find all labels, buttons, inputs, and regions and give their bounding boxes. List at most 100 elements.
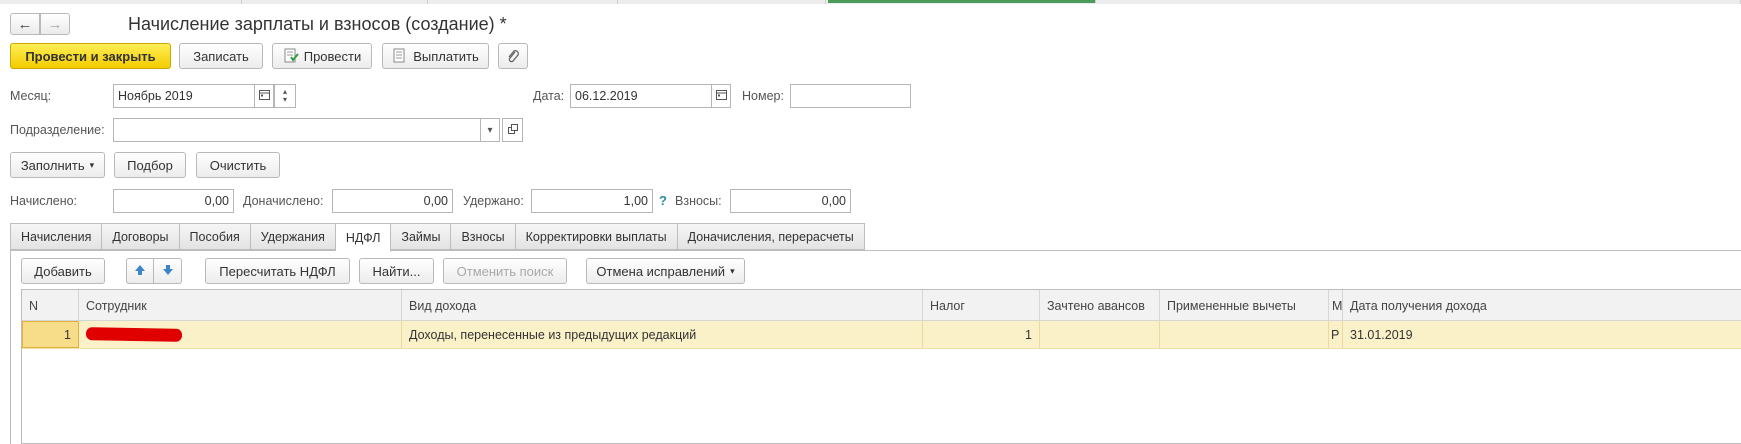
- cell-tax[interactable]: 1: [923, 321, 1040, 348]
- open-icon: [507, 123, 518, 137]
- arrow-down-icon: [162, 264, 174, 279]
- back-button[interactable]: ←: [10, 13, 40, 35]
- cell-employee[interactable]: [79, 321, 402, 348]
- page-title: Начисление зарплаты и взносов (создание)…: [128, 14, 507, 34]
- tab-payment-adjustments[interactable]: Корректировки выплаты: [515, 223, 678, 250]
- pick-button[interactable]: Подбор: [114, 152, 186, 178]
- arrow-right-icon: →: [47, 15, 63, 33]
- division-dropdown-button[interactable]: ▾: [480, 118, 500, 142]
- redaction-mark: [85, 327, 183, 342]
- cancel-fixes-label: Отмена исправлений: [596, 263, 726, 279]
- contributions-label: Взносы:: [675, 194, 722, 208]
- cancel-search-button[interactable]: Отменить поиск: [443, 258, 567, 284]
- cancel-search-label: Отменить поиск: [456, 263, 554, 279]
- window-tab[interactable]: [242, 0, 428, 4]
- window-tab[interactable]: [0, 0, 242, 4]
- column-header-deductions[interactable]: Примененные вычеты: [1160, 290, 1329, 321]
- pay-document-icon: [392, 48, 408, 64]
- help-icon[interactable]: ?: [659, 193, 667, 208]
- tab-contributions[interactable]: Взносы: [451, 223, 516, 250]
- post-button[interactable]: Провести: [272, 43, 372, 69]
- pay-button[interactable]: Выплатить: [382, 43, 489, 69]
- ndfl-table: N Сотрудник Вид дохода Налог Зачтено ава…: [21, 289, 1741, 444]
- arrow-left-icon: ←: [17, 15, 33, 33]
- post-document-icon: [283, 48, 299, 64]
- number-label: Номер:: [742, 89, 784, 103]
- calendar-icon: [258, 89, 270, 103]
- cell-advances[interactable]: [1040, 321, 1160, 348]
- chevron-down-icon[interactable]: ▾: [283, 96, 287, 104]
- tab-recalculations[interactable]: Доначисления, перерасчеты: [677, 223, 865, 250]
- forward-button[interactable]: →: [40, 13, 70, 35]
- move-up-button[interactable]: [126, 258, 154, 284]
- window-tabs-strip: [0, 0, 1741, 4]
- column-header-m[interactable]: М: [1329, 290, 1343, 321]
- tab-ndfl[interactable]: НДФЛ: [335, 223, 392, 252]
- month-field[interactable]: Ноябрь 2019: [113, 84, 255, 108]
- column-header-income-type[interactable]: Вид дохода: [402, 290, 923, 321]
- fill-button[interactable]: Заполнить ▾: [10, 152, 105, 178]
- withheld-label: Удержано:: [463, 194, 524, 208]
- extra-accrued-label: Доначислено:: [243, 194, 324, 208]
- cell-income-type[interactable]: Доходы, перенесенные из предыдущих редак…: [402, 321, 923, 348]
- cell-n[interactable]: 1: [22, 321, 79, 348]
- column-header-n[interactable]: N: [22, 290, 79, 321]
- window-tab-active[interactable]: [828, 0, 1096, 3]
- date-field[interactable]: 06.12.2019: [570, 84, 712, 108]
- clear-label: Очистить: [209, 157, 267, 173]
- calendar-button[interactable]: [254, 84, 274, 108]
- chevron-down-icon: ▾: [730, 265, 735, 276]
- arrow-up-icon: [134, 264, 146, 279]
- division-open-button[interactable]: [502, 118, 523, 142]
- pick-label: Подбор: [127, 157, 173, 173]
- clear-button[interactable]: Очистить: [196, 152, 280, 178]
- table-row[interactable]: 1 Доходы, перенесенные из предыдущих ред…: [22, 321, 1741, 349]
- tab-accruals[interactable]: Начисления: [10, 223, 103, 250]
- month-stepper[interactable]: ▴ ▾: [274, 84, 296, 108]
- cell-deductions[interactable]: [1160, 321, 1329, 348]
- post-and-close-button[interactable]: Провести и закрыть: [10, 43, 171, 69]
- window-tab[interactable]: [428, 0, 618, 4]
- division-label: Подразделение:: [10, 123, 105, 137]
- tab-bar: Начисления Договоры Пособия Удержания НД…: [10, 223, 865, 252]
- tab-loans[interactable]: Займы: [391, 223, 452, 250]
- column-header-income-date[interactable]: Дата получения дохода: [1343, 290, 1741, 321]
- tab-deductions[interactable]: Удержания: [250, 223, 336, 250]
- move-down-button[interactable]: [153, 258, 182, 284]
- contributions-field: 0,00: [730, 189, 851, 213]
- find-label: Найти...: [372, 263, 421, 279]
- column-header-employee[interactable]: Сотрудник: [79, 290, 402, 321]
- cancel-fixes-button[interactable]: Отмена исправлений ▾: [586, 258, 745, 284]
- cell-m[interactable]: Р: [1329, 321, 1343, 348]
- chevron-down-icon: ▾: [89, 159, 95, 170]
- table-header: N Сотрудник Вид дохода Налог Зачтено ава…: [22, 290, 1741, 321]
- post-and-close-label: Провести и закрыть: [25, 48, 156, 64]
- window-tab[interactable]: [1098, 0, 1741, 4]
- recalc-ndfl-button[interactable]: Пересчитать НДФЛ: [205, 258, 350, 284]
- tab-contracts[interactable]: Договоры: [102, 223, 180, 250]
- month-label: Месяц:: [10, 89, 52, 103]
- column-header-advances[interactable]: Зачтено авансов: [1040, 290, 1160, 321]
- paperclip-icon: [505, 48, 521, 64]
- tab-benefits[interactable]: Пособия: [179, 223, 251, 250]
- pay-label: Выплатить: [413, 48, 479, 64]
- find-button[interactable]: Найти...: [359, 258, 434, 284]
- number-field[interactable]: [790, 84, 911, 108]
- extra-accrued-field: 0,00: [332, 189, 453, 213]
- withheld-field: 1,00: [531, 189, 653, 213]
- add-row-button[interactable]: Добавить: [21, 258, 105, 284]
- date-label: Дата:: [533, 89, 565, 103]
- division-field[interactable]: [113, 118, 481, 142]
- calendar-icon: [715, 89, 727, 103]
- cell-income-date[interactable]: 31.01.2019: [1343, 321, 1741, 348]
- date-calendar-button[interactable]: [711, 84, 731, 108]
- save-button[interactable]: Записать: [179, 43, 263, 69]
- attach-button[interactable]: [498, 43, 528, 69]
- accrued-field: 0,00: [113, 189, 234, 213]
- save-label: Записать: [193, 48, 249, 64]
- tab-pane-border: [10, 250, 11, 444]
- chevron-down-icon: ▾: [487, 124, 493, 136]
- window-tab[interactable]: [618, 0, 826, 4]
- accrued-label: Начислено:: [10, 194, 78, 208]
- column-header-tax[interactable]: Налог: [923, 290, 1040, 321]
